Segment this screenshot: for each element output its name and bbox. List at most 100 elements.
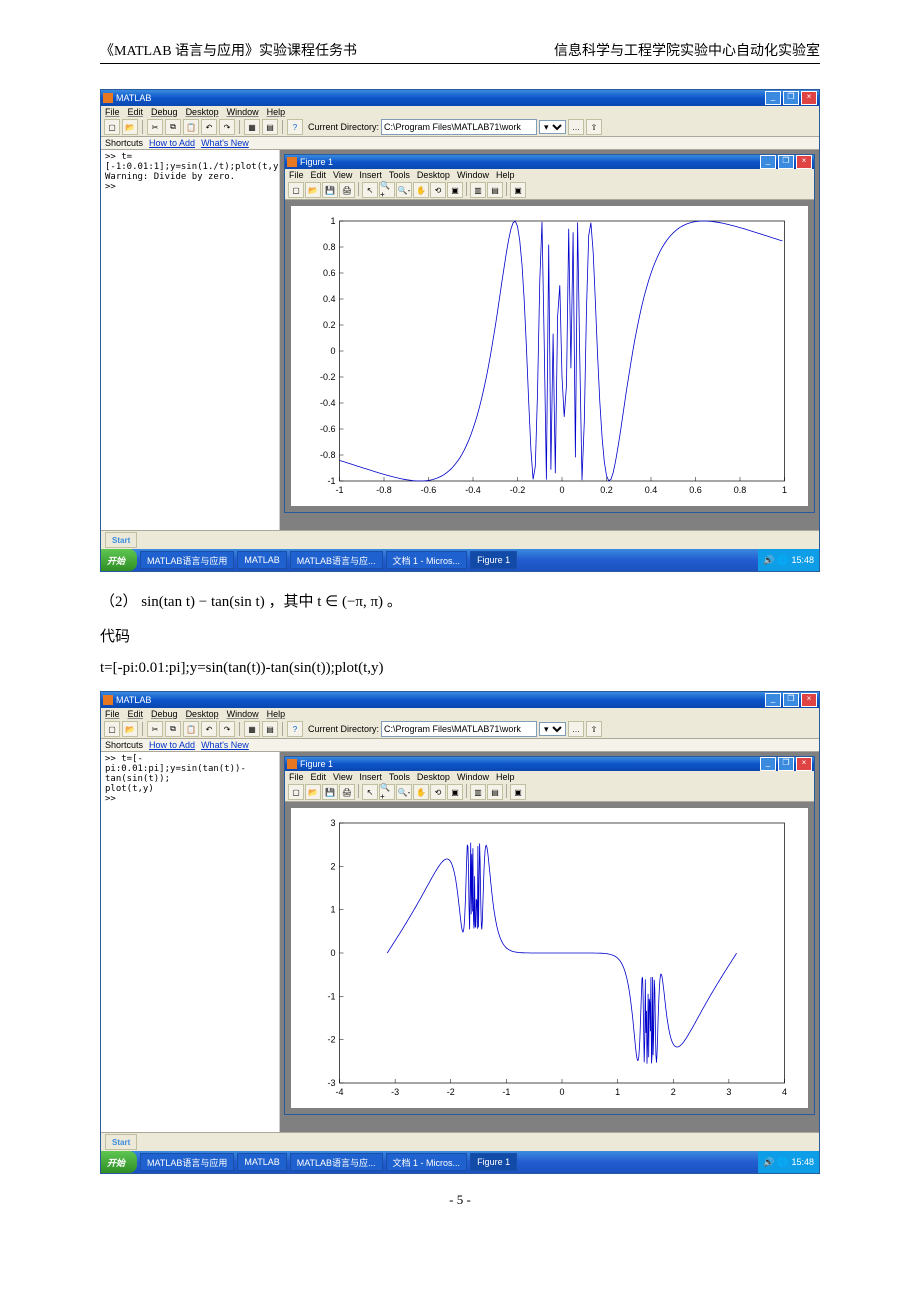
rotate-icon[interactable]: ⟲ [430,784,446,800]
taskbar-item[interactable]: MATLAB语言与应用 [140,1153,234,1171]
datacursor-icon[interactable]: ▣ [447,784,463,800]
figmenu-insert[interactable]: Insert [359,170,382,180]
matlab-titlebar[interactable]: MATLAB _ ❐ × [101,90,819,106]
taskbar-item[interactable]: MATLAB [237,1153,286,1171]
pointer-icon[interactable]: ↖ [362,182,378,198]
minimize-button[interactable]: _ [760,757,776,771]
figmenu-tools[interactable]: Tools [389,170,410,180]
command-window[interactable]: >> t=[-pi:0.01:pi];y=sin(tan(t))-tan(sin… [101,752,280,1132]
close-button[interactable]: × [796,757,812,771]
print-icon[interactable]: 🖨 [339,182,355,198]
zoom-in-icon[interactable]: 🔍+ [379,784,395,800]
legend-icon[interactable]: ▤ [487,182,503,198]
maximize-button[interactable]: ❐ [778,757,794,771]
cut-icon[interactable]: ✂ [147,119,163,135]
figmenu-window[interactable]: Window [457,170,489,180]
figure-titlebar[interactable]: Figure 1 _❐× [285,155,814,169]
up-folder-icon[interactable]: ⇧ [586,119,602,135]
start-menu-button[interactable]: 开始 [101,549,137,571]
minimize-button[interactable]: _ [760,155,776,169]
guide-icon[interactable]: ▤ [262,721,278,737]
help-icon[interactable]: ? [287,119,303,135]
copy-icon[interactable]: ⧉ [165,119,181,135]
zoom-in-icon[interactable]: 🔍+ [379,182,395,198]
browse-icon[interactable]: … [568,721,584,737]
maximize-button[interactable]: ❐ [778,155,794,169]
open-icon[interactable]: 📂 [122,119,138,135]
copy-icon[interactable]: ⧉ [165,721,181,737]
menu-desktop[interactable]: Desktop [186,107,219,117]
up-folder-icon[interactable]: ⇧ [586,721,602,737]
help-icon[interactable]: ? [287,721,303,737]
cd-dropdown[interactable]: ▾ [539,722,566,736]
start-button[interactable]: Start [105,532,137,548]
menu-window[interactable]: Window [227,709,259,719]
minimize-button[interactable]: _ [765,91,781,105]
menu-help[interactable]: Help [267,107,286,117]
new-icon[interactable]: ▢ [104,119,120,135]
minimize-button[interactable]: _ [765,693,781,707]
zoom-out-icon[interactable]: 🔍- [396,784,412,800]
pointer-icon[interactable]: ↖ [362,784,378,800]
taskbar-item[interactable]: 文档 1 - Micros... [386,551,468,569]
browse-icon[interactable]: … [568,119,584,135]
save-icon[interactable]: 💾 [322,182,338,198]
tray-icon[interactable]: 🔊 [763,1157,774,1168]
paste-icon[interactable]: 📋 [183,721,199,737]
menu-edit[interactable]: Edit [128,107,144,117]
menu-desktop[interactable]: Desktop [186,709,219,719]
dock-icon[interactable]: ▣ [510,182,526,198]
figmenu-window[interactable]: Window [457,772,489,782]
maximize-button[interactable]: ❐ [783,693,799,707]
colorbar-icon[interactable]: ▥ [470,784,486,800]
figmenu-file[interactable]: File [289,170,304,180]
taskbar-item[interactable]: MATLAB语言与应... [290,551,383,569]
tray-icon[interactable]: 🌐 [777,555,788,566]
figmenu-edit[interactable]: Edit [311,772,327,782]
menu-debug[interactable]: Debug [151,709,178,719]
print-icon[interactable]: 🖨 [339,784,355,800]
menu-window[interactable]: Window [227,107,259,117]
taskbar-item[interactable]: MATLAB [237,551,286,569]
rotate-icon[interactable]: ⟲ [430,182,446,198]
colorbar-icon[interactable]: ▥ [470,182,486,198]
figmenu-file[interactable]: File [289,772,304,782]
maximize-button[interactable]: ❐ [783,91,799,105]
menu-help[interactable]: Help [267,709,286,719]
figure-titlebar[interactable]: Figure 1_❐× [285,757,814,771]
zoom-out-icon[interactable]: 🔍- [396,182,412,198]
cd-input[interactable] [381,119,537,135]
close-button[interactable]: × [801,693,817,707]
cd-input[interactable] [381,721,537,737]
menu-file[interactable]: File [105,107,120,117]
taskbar-item-active[interactable]: Figure 1 [470,1153,517,1171]
matlab-titlebar[interactable]: MATLAB _❐× [101,692,819,708]
cd-dropdown[interactable]: ▾ [539,120,566,134]
shortcut-howto[interactable]: How to Add [149,740,195,750]
close-button[interactable]: × [801,91,817,105]
start-menu-button[interactable]: 开始 [101,1151,137,1173]
taskbar-item-active[interactable]: Figure 1 [470,551,517,569]
figmenu-edit[interactable]: Edit [311,170,327,180]
redo-icon[interactable]: ↷ [219,721,235,737]
figmenu-tools[interactable]: Tools [389,772,410,782]
figmenu-help[interactable]: Help [496,170,515,180]
figmenu-insert[interactable]: Insert [359,772,382,782]
guide-icon[interactable]: ▤ [262,119,278,135]
shortcut-whatsnew[interactable]: What's New [201,740,249,750]
figmenu-desktop[interactable]: Desktop [417,170,450,180]
shortcut-howto[interactable]: How to Add [149,138,195,148]
system-tray[interactable]: 🔊🌐15:48 [758,549,819,571]
new-fig-icon[interactable]: ▢ [288,784,304,800]
taskbar-item[interactable]: 文档 1 - Micros... [386,1153,468,1171]
undo-icon[interactable]: ↶ [201,119,217,135]
simulink-icon[interactable]: ▦ [244,119,260,135]
open-icon[interactable]: 📂 [305,784,321,800]
menu-file[interactable]: File [105,709,120,719]
start-button[interactable]: Start [105,1134,137,1150]
dock-icon[interactable]: ▣ [510,784,526,800]
figmenu-desktop[interactable]: Desktop [417,772,450,782]
redo-icon[interactable]: ↷ [219,119,235,135]
taskbar-item[interactable]: MATLAB语言与应... [290,1153,383,1171]
save-icon[interactable]: 💾 [322,784,338,800]
